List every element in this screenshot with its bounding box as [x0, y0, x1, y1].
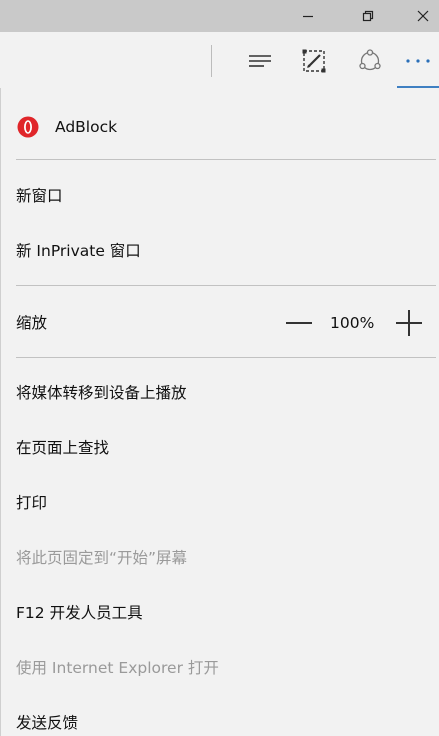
- restore-icon: [362, 10, 374, 22]
- menu-item-f12-developer-tools[interactable]: F12 开发人员工具: [16, 603, 143, 623]
- restore-button[interactable]: [345, 0, 391, 32]
- menu-item-send-feedback[interactable]: 发送反馈: [16, 713, 78, 733]
- browser-toolbar: [0, 32, 439, 88]
- share-icon: [359, 49, 381, 71]
- menu-item-pin-to-start: 将此页固定到“开始”屏幕: [16, 549, 188, 567]
- menu-item-adblock[interactable]: AdBlock: [16, 115, 117, 139]
- zoom-in-button[interactable]: [396, 310, 422, 336]
- hub-button[interactable]: [245, 46, 275, 76]
- more-actions-menu: AdBlock 新窗口 新 InPrivate 窗口 缩放 100% 将媒体转移…: [0, 88, 439, 736]
- menu-item-print[interactable]: 打印: [16, 493, 47, 513]
- hub-icon: [249, 55, 271, 67]
- web-note-icon: [302, 49, 326, 73]
- close-button[interactable]: [400, 0, 439, 32]
- menu-item-cast-media[interactable]: 将媒体转移到设备上播放: [16, 383, 187, 403]
- menu-divider: [16, 159, 436, 160]
- menu-item-new-window[interactable]: 新窗口: [16, 186, 63, 206]
- menu-item-new-inprivate-window[interactable]: 新 InPrivate 窗口: [16, 241, 141, 261]
- more-icon: [406, 59, 430, 63]
- zoom-label: 缩放: [16, 314, 48, 332]
- share-button[interactable]: [355, 46, 385, 76]
- minimize-button[interactable]: [285, 0, 331, 32]
- minimize-icon: [303, 15, 313, 18]
- zoom-out-button[interactable]: [286, 322, 312, 324]
- web-note-button[interactable]: [299, 46, 329, 76]
- zoom-level: 100%: [330, 314, 375, 332]
- adblock-icon: [17, 116, 39, 138]
- title-bar: [0, 0, 439, 32]
- adblock-label: AdBlock: [55, 118, 118, 136]
- close-icon: [417, 10, 429, 22]
- menu-item-find-on-page[interactable]: 在页面上查找: [16, 438, 109, 458]
- menu-divider: [16, 285, 436, 286]
- toolbar-divider: [211, 45, 212, 77]
- more-button[interactable]: [403, 46, 433, 76]
- menu-item-open-with-internet-explorer: 使用 Internet Explorer 打开: [16, 659, 219, 677]
- menu-divider: [16, 357, 436, 358]
